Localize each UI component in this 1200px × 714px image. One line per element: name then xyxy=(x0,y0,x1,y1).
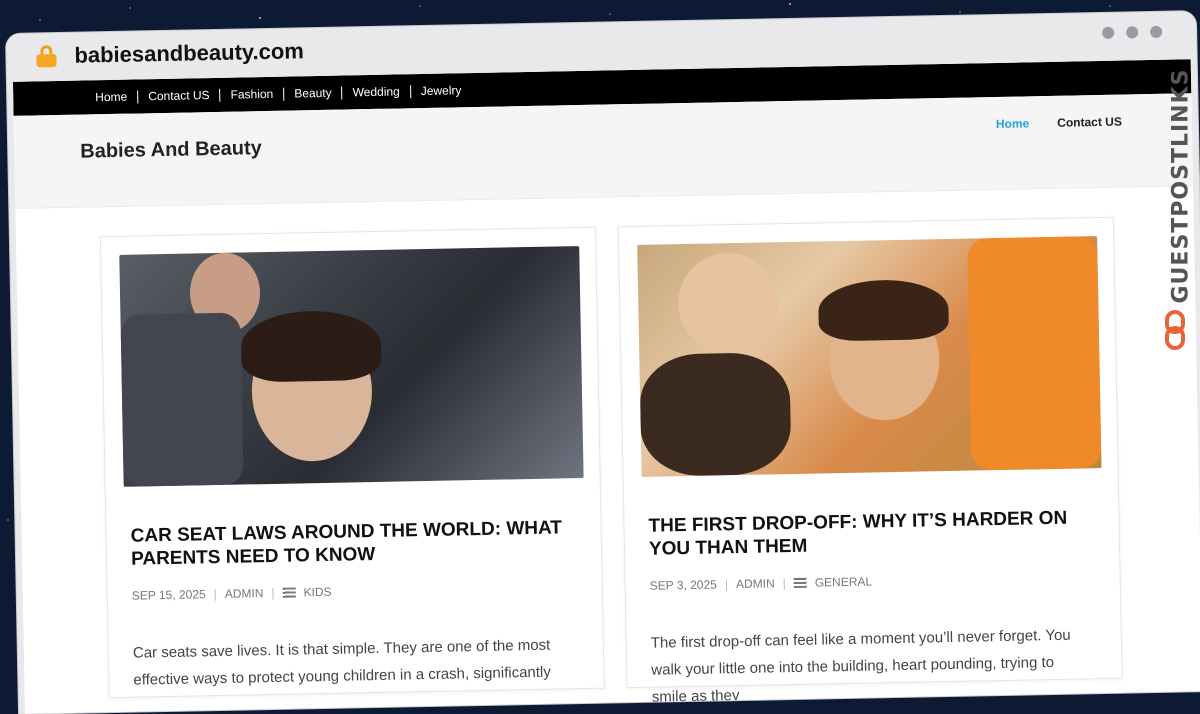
post-meta: SEP 3, 2025 | ADMIN | GENERAL xyxy=(650,574,873,592)
url-text[interactable]: babiesandbeauty.com xyxy=(74,38,304,68)
post-meta: SEP 15, 2025 | ADMIN | KIDS xyxy=(132,585,332,603)
web-page: Home Contact US Fashion Beauty Wedding J… xyxy=(12,59,1200,714)
site-title[interactable]: Babies And Beauty xyxy=(80,137,262,163)
meta-separator: | xyxy=(724,577,729,592)
post-thumbnail[interactable] xyxy=(119,246,584,487)
post-title[interactable]: CAR SEAT LAWS AROUND THE WORLD: WHAT PAR… xyxy=(130,516,571,570)
link-logo-icon xyxy=(1165,310,1185,350)
window-dot-icon[interactable] xyxy=(1126,26,1139,39)
post-author[interactable]: ADMIN xyxy=(736,576,775,591)
topnav-wedding[interactable]: Wedding xyxy=(342,84,411,100)
topnav-beauty[interactable]: Beauty xyxy=(284,85,343,101)
browser-window: babiesandbeauty.com Home Contact US Fash… xyxy=(6,11,1200,714)
topnav-contact[interactable]: Contact US xyxy=(138,88,221,103)
post-card: THE FIRST DROP-OFF: WHY IT’S HARDER ON Y… xyxy=(617,216,1123,706)
post-thumbnail[interactable] xyxy=(637,236,1102,477)
nav-contact[interactable]: Contact US xyxy=(1057,115,1122,130)
post-date: SEP 15, 2025 xyxy=(131,587,206,603)
post-category[interactable]: KIDS xyxy=(303,585,331,600)
category-list-icon xyxy=(282,587,296,598)
post-grid: CAR SEAT LAWS AROUND THE WORLD: WHAT PAR… xyxy=(99,216,1123,706)
post-excerpt: The first drop-off can feel like a momen… xyxy=(650,626,1071,706)
meta-separator: | xyxy=(782,576,786,591)
window-dot-icon[interactable] xyxy=(1102,26,1115,39)
lock-icon xyxy=(36,45,57,68)
window-controls xyxy=(1102,25,1163,39)
topnav-jewelry[interactable]: Jewelry xyxy=(411,83,472,98)
category-list-icon xyxy=(793,577,807,588)
main-navigation: Home Contact US xyxy=(996,115,1122,131)
post-card: CAR SEAT LAWS AROUND THE WORLD: WHAT PAR… xyxy=(99,226,605,699)
post-excerpt: Car seats save lives. It is that simple.… xyxy=(132,636,551,689)
meta-separator: | xyxy=(271,585,275,601)
watermark: GUESTPOSTLINKS xyxy=(1162,60,1194,360)
post-title[interactable]: THE FIRST DROP-OFF: WHY IT’S HARDER ON Y… xyxy=(648,506,1089,560)
topnav-fashion[interactable]: Fashion xyxy=(220,86,285,102)
watermark-text: GUESTPOSTLINKS xyxy=(1168,68,1194,304)
nav-home[interactable]: Home xyxy=(996,116,1030,131)
post-date: SEP 3, 2025 xyxy=(649,577,718,593)
window-dot-icon[interactable] xyxy=(1150,25,1163,39)
meta-separator: | xyxy=(213,587,217,602)
topnav-home[interactable]: Home xyxy=(85,89,139,104)
post-category[interactable]: GENERAL xyxy=(815,574,873,589)
post-author[interactable]: ADMIN xyxy=(225,586,264,601)
